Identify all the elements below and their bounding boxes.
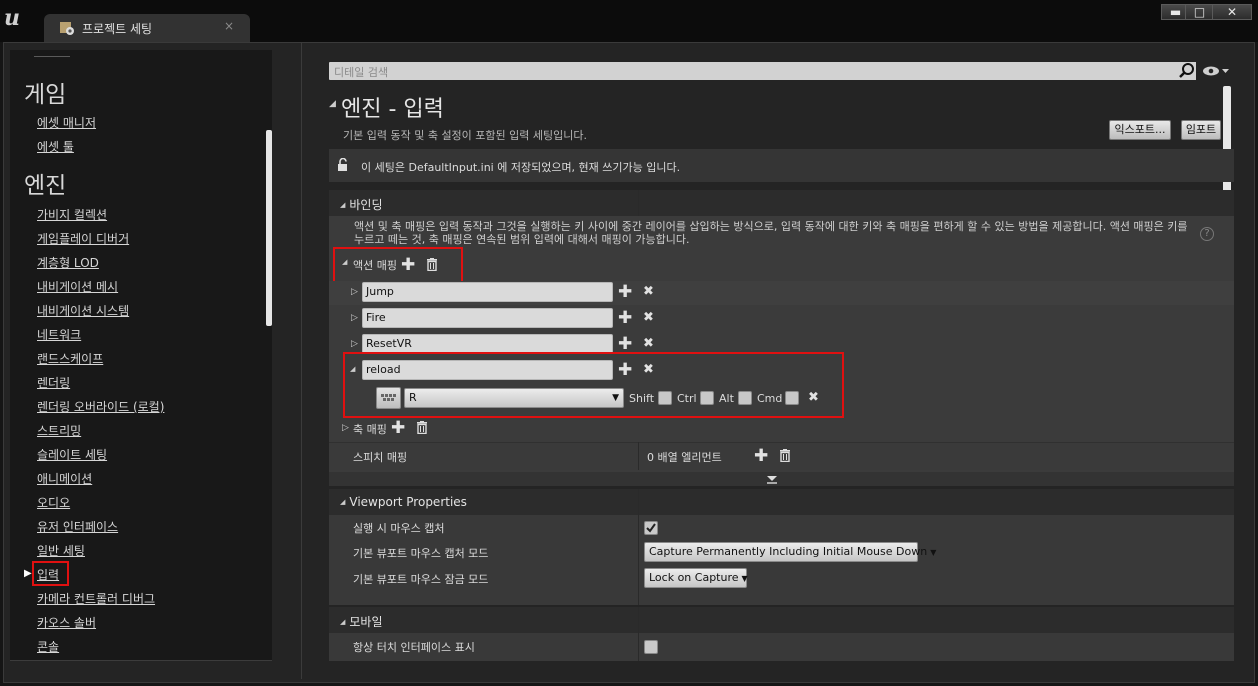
sidebar-item-network[interactable]: 네트워크 [37, 326, 81, 343]
capture-mode-label: 기본 뷰포트 마우스 캡처 모드 [353, 547, 489, 560]
action-name-input[interactable]: Fire [362, 308, 613, 328]
import-button[interactable]: 임포트 [1181, 120, 1221, 140]
add-key-button[interactable]: ✚ [618, 310, 632, 327]
bindings-description: 액션 및 축 매핑은 입력 동작과 그것을 실행하는 키 사이에 중간 레이어를… [354, 220, 1188, 246]
sidebar-item-asset-manager[interactable]: 에셋 매니저 [37, 114, 96, 131]
chevron-down-icon: ▼ [741, 574, 748, 583]
advanced-expander[interactable] [329, 472, 1234, 486]
divider [10, 660, 272, 661]
sidebar-item-navigation-system[interactable]: 내비게이션 시스템 [37, 302, 129, 319]
sidebar-item-user-interface[interactable]: 유저 인터페이스 [37, 518, 118, 535]
panel-divider[interactable] [301, 42, 302, 679]
sidebar-item-hlod[interactable]: 계층형 LOD [37, 254, 99, 271]
touch-interface-label: 항상 터치 인터페이스 표시 [353, 641, 475, 654]
sidebar-item-streaming[interactable]: 스트리밍 [37, 422, 81, 439]
remove-action-button[interactable]: ✖ [643, 310, 654, 325]
action-name-input[interactable]: Jump [362, 282, 613, 302]
column-divider [638, 190, 639, 216]
sidebar-item-console[interactable]: 콘솔 [37, 638, 59, 655]
sidebar-scrollbar[interactable] [266, 130, 272, 326]
category-bindings[interactable]: 바인딩 [329, 190, 1234, 216]
settings-icon [58, 19, 76, 37]
expand-arrow-icon[interactable]: ▷ [342, 423, 349, 433]
tab-project-settings[interactable]: 프로젝트 세팅 × [44, 14, 250, 42]
config-info-bar: 이 세팅은 DefaultInput.ini 에 저장되었으며, 현재 쓰기가능… [329, 149, 1234, 182]
search-placeholder: 디테일 검색 [334, 66, 389, 79]
sidebar-item-garbage-collection[interactable]: 가비지 컬렉션 [37, 206, 107, 223]
capture-mode-value: Capture Permanently Including Initial Mo… [649, 545, 928, 558]
search-input[interactable]: 디테일 검색 [329, 62, 1196, 80]
axis-mappings-label: 축 매핑 [353, 423, 387, 436]
column-divider [638, 607, 639, 633]
add-axis-mapping-button[interactable]: ✚ [391, 420, 405, 437]
column-divider [638, 515, 639, 605]
sidebar-item-audio[interactable]: 오디오 [37, 494, 70, 511]
lock-mode-dropdown[interactable]: Lock on Capture ▼ [644, 568, 748, 588]
sidebar-item-rendering[interactable]: 렌더링 [37, 374, 70, 391]
highlight-box-reload-mapping [343, 352, 844, 418]
trash-icon[interactable] [779, 449, 791, 462]
sidebar-item-camera-controller-debug[interactable]: 카메라 컨트롤러 디버그 [37, 590, 155, 607]
chevron-down-icon [767, 476, 777, 484]
sidebar-item-gameplay-debugger[interactable]: 게임플레이 디버거 [37, 230, 129, 247]
column-divider [638, 442, 639, 470]
sidebar-section-game: 게임 [24, 82, 67, 108]
divider [34, 56, 70, 57]
highlight-box-input [32, 561, 69, 586]
category-viewport-properties[interactable]: Viewport Properties [329, 489, 1234, 515]
remove-action-button[interactable]: ✖ [643, 336, 654, 351]
page-description: 기본 입력 동작 및 축 설정이 포함된 입력 세팅입니다. [343, 129, 587, 142]
eye-icon[interactable] [1202, 64, 1230, 78]
speech-mapping-count: 0 배열 엘리먼트 [647, 451, 722, 464]
sidebar-item-chaos-solver[interactable]: 카오스 솔버 [37, 614, 96, 631]
unreal-logo-icon: u [4, 5, 20, 31]
export-button[interactable]: 익스포트... [1109, 120, 1171, 140]
trash-icon[interactable] [416, 421, 428, 434]
checkmark-icon [646, 523, 656, 533]
add-key-button[interactable]: ✚ [618, 284, 632, 301]
expand-arrow-icon[interactable]: ▷ [351, 339, 358, 349]
sidebar-item-asset-tools[interactable]: 에셋 툴 [37, 138, 74, 155]
collapse-arrow-icon[interactable]: ◢ [329, 99, 336, 109]
add-key-button[interactable]: ✚ [618, 336, 632, 353]
search-icon[interactable] [1178, 62, 1196, 80]
action-name-input[interactable]: ResetVR [362, 334, 613, 354]
capture-on-play-label: 실행 시 마우스 캡처 [353, 522, 445, 535]
sidebar-item-animation[interactable]: 애니메이션 [37, 470, 92, 487]
help-icon[interactable]: ? [1200, 227, 1214, 241]
page-title: 엔진 - 입력 [341, 97, 444, 122]
expand-arrow-icon[interactable]: ▷ [351, 287, 358, 297]
sidebar-item-landscape[interactable]: 랜드스케이프 [37, 350, 103, 367]
maximize-button[interactable]: □ [1185, 4, 1214, 20]
lock-mode-value: Lock on Capture [649, 571, 739, 584]
lock-mode-label: 기본 뷰포트 마우스 잠금 모드 [353, 573, 489, 586]
category-mobile[interactable]: 모바일 [329, 607, 1234, 633]
capture-mode-dropdown[interactable]: Capture Permanently Including Initial Mo… [644, 542, 936, 562]
speech-mapping-label: 스피치 매핑 [353, 451, 408, 464]
unlock-icon [337, 158, 351, 172]
tab-label: 프로젝트 세팅 [82, 22, 153, 36]
selected-arrow-icon: ▶ [24, 568, 32, 579]
sidebar-section-engine: 엔진 [24, 173, 67, 199]
category-title: Viewport Properties [340, 495, 467, 509]
config-info-text: 이 세팅은 DefaultInput.ini 에 저장되었으며, 현재 쓰기가능… [361, 161, 681, 174]
category-title: 바인딩 [340, 196, 382, 213]
sidebar-item-rendering-overrides[interactable]: 렌더링 오버라이드 (로컬) [37, 398, 164, 415]
expand-arrow-icon[interactable]: ▷ [351, 313, 358, 323]
column-divider [638, 489, 639, 515]
tab-close-icon[interactable]: × [224, 19, 234, 33]
capture-on-play-checkbox[interactable] [644, 521, 658, 535]
sidebar-item-navigation-mesh[interactable]: 내비게이션 메시 [37, 278, 118, 295]
touch-interface-checkbox[interactable] [644, 640, 658, 654]
chevron-down-icon: ▼ [930, 548, 937, 557]
sidebar-item-general-settings[interactable]: 일반 세팅 [37, 542, 85, 559]
category-title: 모바일 [340, 613, 382, 630]
column-divider [638, 633, 639, 661]
close-button[interactable]: ✕ [1212, 4, 1252, 20]
remove-action-button[interactable]: ✖ [643, 284, 654, 299]
sidebar-item-slate-settings[interactable]: 슬레이트 세팅 [37, 446, 107, 463]
add-speech-mapping-button[interactable]: ✚ [754, 448, 768, 465]
